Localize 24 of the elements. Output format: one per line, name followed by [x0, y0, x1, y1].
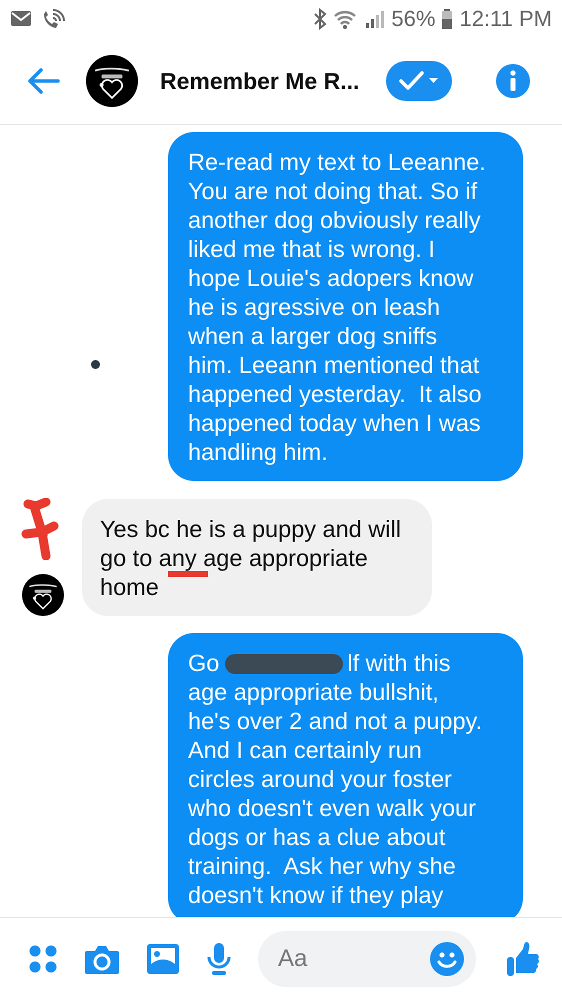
message-text: Yes bc he is a puppy and will go to any age appropriate home: [100, 515, 402, 602]
clock-time: 12:11 PM: [459, 6, 552, 32]
message-text: Re-read my text to Leeanne. You are not doing that. So if another dog obviously really liked me that is wrong. I hope Louie's adopers know he is agressive on leash when a larger dog sniffs him. Leeann mentioned that happened yesterday. It also happened today when I was handling him.: [188, 148, 487, 467]
info-icon[interactable]: [496, 64, 530, 98]
dot-mark: [91, 360, 100, 369]
check-caret-icon[interactable]: [398, 70, 440, 92]
thumbs-up-icon[interactable]: [506, 941, 540, 977]
signal-icon: [365, 9, 386, 29]
microphone-icon[interactable]: [206, 942, 232, 976]
apps-icon[interactable]: [28, 944, 58, 974]
battery-icon: [441, 8, 454, 30]
image-icon[interactable]: [146, 943, 180, 975]
message-text: lf with this: [347, 649, 451, 678]
camera-icon[interactable]: [84, 943, 120, 975]
conversation-title[interactable]: Remember Me R...: [160, 68, 386, 94]
mail-icon: [10, 9, 34, 29]
battery-percentage: 56%: [391, 6, 436, 32]
status-dropdown-button[interactable]: [386, 61, 452, 101]
bluetooth-icon: [313, 8, 328, 30]
message-text: age appropriate bullshit, he's over 2 and not a puppy. And I can certainly run circles around your foster who doesn't even walk your dogs or has a clue about training. Ask her why she doesn't know if they play: [188, 678, 484, 910]
emoji-icon[interactable]: [430, 942, 464, 976]
back-arrow-icon[interactable]: [26, 67, 60, 95]
message-text: Go: [188, 649, 220, 678]
message-input-field[interactable]: Aa: [258, 931, 476, 987]
